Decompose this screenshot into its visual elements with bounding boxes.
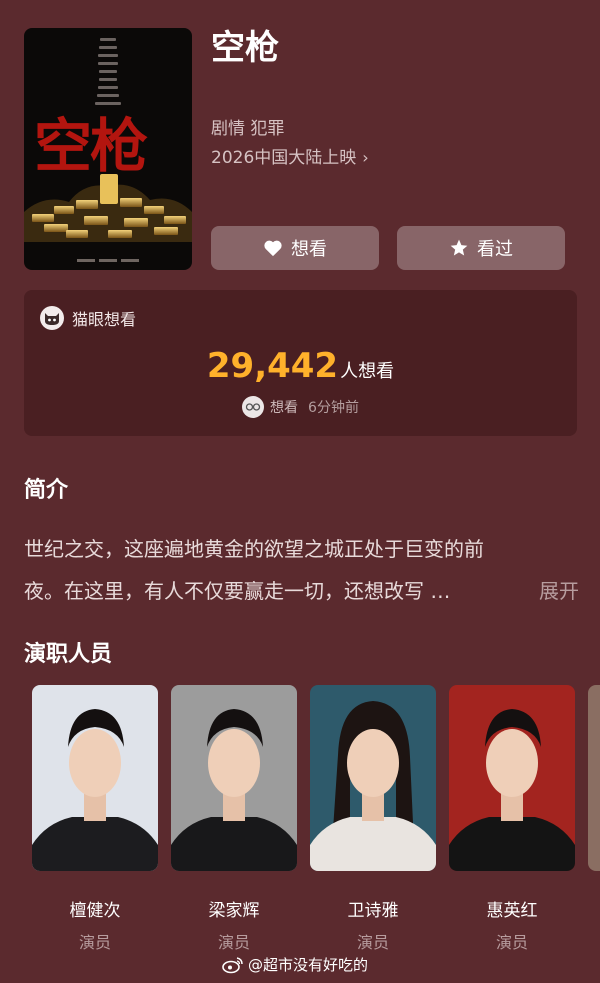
release-info[interactable]: 2026中国大陆上映 › <box>211 146 369 170</box>
cast-photo[interactable] <box>32 685 158 871</box>
intro-line-2: 夜。在这里，有人不仅要赢走一切，还想改写 … <box>24 579 451 603</box>
poster-credits <box>24 38 192 105</box>
chevron-right-icon: › <box>362 148 369 167</box>
cast-name: 檀健次 <box>69 901 121 921</box>
cast-role: 演员 <box>495 933 528 952</box>
intro-heading: 简介 <box>24 478 69 503</box>
cast-photo[interactable] <box>449 685 575 871</box>
cast-photo[interactable] <box>310 685 436 871</box>
cast-role: 演员 <box>217 933 250 952</box>
cast-member[interactable]: 檀健次 演员 <box>32 685 158 955</box>
gold-bars-illustration <box>24 174 192 242</box>
cast-photo[interactable] <box>171 685 297 871</box>
brand-label: 猫眼想看 <box>72 310 137 329</box>
want-to-see-button[interactable]: 想看 <box>211 226 379 270</box>
cast-role: 演员 <box>356 933 389 952</box>
poster-title-art: 空枪 <box>34 112 148 180</box>
cast-name: 惠英红 <box>486 901 538 921</box>
recent-activity: 想看 6分钟前 <box>24 396 577 418</box>
expand-button[interactable]: 展开 <box>539 570 579 612</box>
heart-icon <box>264 240 282 257</box>
maoyan-brand: 猫眼想看 <box>40 306 136 330</box>
want-to-see-card[interactable]: 猫眼想看 29,442 人想看 想看 6分钟前 <box>24 290 577 436</box>
cast-member[interactable]: 梁家辉 演员 <box>171 685 297 955</box>
weibo-logo-icon <box>222 956 243 973</box>
watermark: @超市没有好吃的 <box>222 954 368 975</box>
cast-member[interactable]: 卫诗雅 演员 <box>310 685 436 955</box>
maoyan-cat-logo-icon <box>40 306 64 330</box>
want-count-number: 29,442 <box>206 346 339 386</box>
star-icon <box>450 239 468 256</box>
want-count: 29,442 人想看 <box>24 346 577 386</box>
user-avatar <box>242 396 265 418</box>
watermark-text: @超市没有好吃的 <box>248 956 369 974</box>
movie-genre: 剧情 犯罪 <box>211 119 285 139</box>
poster-footer <box>24 259 192 262</box>
seen-button[interactable]: 看过 <box>397 226 565 270</box>
recent-time: 6分钟前 <box>308 400 359 416</box>
cast-name: 卫诗雅 <box>347 901 399 921</box>
movie-title: 空枪 <box>211 28 279 68</box>
intro-text: 世纪之交，这座遍地黄金的欲望之城正处于巨变的前 夜。在这里，有人不仅要赢走一切，… <box>24 528 579 612</box>
want-to-see-label: 想看 <box>291 239 327 260</box>
seen-label: 看过 <box>477 239 513 260</box>
movie-poster[interactable]: 空枪 <box>24 28 192 270</box>
cast-role: 演员 <box>78 933 111 952</box>
release-text: 2026中国大陆上映 <box>211 148 357 168</box>
recent-action: 想看 <box>270 400 299 416</box>
intro-line-1: 世纪之交，这座遍地黄金的欲望之城正处于巨变的前 <box>24 537 484 561</box>
cast-list[interactable]: 檀健次 演员 梁家辉 演员 卫诗雅 演员 惠英红 演员 <box>32 685 575 955</box>
cast-name: 梁家辉 <box>208 901 260 921</box>
want-count-unit: 人想看 <box>340 361 395 382</box>
cast-member[interactable]: 惠英红 演员 <box>449 685 575 955</box>
cast-next-card-edge[interactable] <box>588 685 600 871</box>
cast-heading: 演职人员 <box>24 642 113 667</box>
